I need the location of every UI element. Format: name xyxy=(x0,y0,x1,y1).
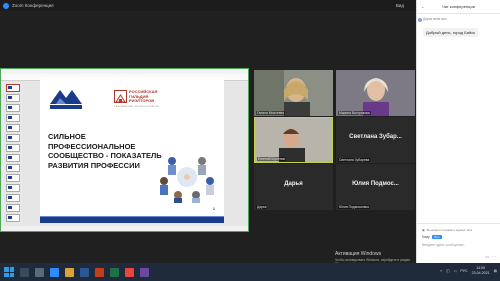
slide-thumbnail[interactable] xyxy=(6,204,20,212)
window-title: Zoom Конференция xyxy=(12,3,54,8)
zoom-taskbar-icon[interactable] xyxy=(50,267,59,277)
activation-title: Активация Windows xyxy=(335,251,382,257)
participant-name: Евгений Шулепов xyxy=(257,157,287,161)
chat-to-label: Кому: xyxy=(422,235,431,239)
participant-tile[interactable]: Галина Моисеева xyxy=(254,70,333,116)
slide-thumbnail-panel xyxy=(2,82,22,225)
team-hands-illustration xyxy=(160,157,214,203)
excel-icon[interactable] xyxy=(110,267,119,277)
zoom-logo-icon xyxy=(3,2,9,9)
slide-headline: СИЛЬНОЕ ПРОФЕССИОНАЛЬНОЕ СООБЩЕСТВО - ПО… xyxy=(48,132,162,170)
participant-tile[interactable]: Юлия Подмос... Юлия Подмосковья xyxy=(336,164,415,210)
slide-thumbnail[interactable] xyxy=(6,124,20,132)
guild-logo: РОССИЙСКАЯ ГИЛЬДИЯ РИЭЛТОРОВ ОБЪЕДИНЕНИЕ… xyxy=(114,89,174,112)
file-explorer-icon[interactable] xyxy=(65,267,74,277)
slide-thumbnail[interactable] xyxy=(6,174,20,182)
more-icon[interactable]: ⋯ xyxy=(492,254,496,259)
participant-video xyxy=(255,118,332,162)
avatar xyxy=(418,18,422,22)
chevron-down-icon[interactable]: ⌄ xyxy=(421,4,424,9)
screen: Zoom Конференция Вид РОССИЙСКАЯ ГИЛЬДИЯ … xyxy=(0,0,500,281)
participant-display-name: Светлана Зубар... xyxy=(349,134,402,140)
participant-name: Юлия Подмосковья xyxy=(338,205,371,209)
windows-start-icon[interactable] xyxy=(4,267,14,277)
meeting-stage: РОССИЙСКАЯ ГИЛЬДИЯ РИЭЛТОРОВ ОБЪЕДИНЕНИЕ… xyxy=(0,11,416,266)
participant-name: Светлана Зубарева xyxy=(338,158,371,162)
chevron-up-icon[interactable]: ˄ xyxy=(440,269,442,273)
chat-message-text: Добрый день, город Бийск xyxy=(423,28,479,37)
notifications-icon[interactable]: ▤ xyxy=(494,269,497,273)
powerpoint-icon[interactable] xyxy=(95,267,104,277)
slide-thumbnail[interactable] xyxy=(6,154,20,162)
participant-display-name: Дарья xyxy=(284,181,303,187)
clock[interactable]: 14:00 23.04.2021 xyxy=(472,266,490,275)
chat-message-sender: Дарья вcем мое xyxy=(423,17,447,21)
guild-emblem-icon xyxy=(114,90,127,103)
slide-thumbnail[interactable] xyxy=(6,84,20,92)
slide-footer-band xyxy=(40,217,224,223)
slide-thumbnail[interactable] xyxy=(6,214,20,222)
task-view-icon[interactable] xyxy=(35,267,44,277)
slide-page-number: 1 xyxy=(212,206,215,211)
chat-header: ⌄ Чат конференции xyxy=(417,0,500,14)
language-indicator[interactable]: РУС xyxy=(460,269,467,273)
system-tray: ˄ ◫ ◁ РУС 14:00 23.04.2021 ▤ xyxy=(440,266,497,275)
zoom-titlebar: Zoom Конференция Вид xyxy=(0,0,416,11)
participant-video xyxy=(336,70,415,116)
participant-tile-active-speaker[interactable]: Евгений Шулепов xyxy=(254,117,333,163)
slide-thumbnail[interactable] xyxy=(6,144,20,152)
slide-thumbnail[interactable] xyxy=(6,164,20,172)
chat-title: Чат конференции xyxy=(442,4,475,9)
participant-name: Марина Вострикова xyxy=(338,111,371,115)
chat-message-input[interactable]: Введите здесь сообщение... xyxy=(422,243,500,247)
guild-name: РОССИЙСКАЯ ГИЛЬДИЯ РИЭЛТОРОВ xyxy=(129,89,158,103)
guild-subtitle: ОБЪЕДИНЕНИЕ ПРОФЕССИОНАЛОВ xyxy=(114,106,159,108)
app-icon[interactable] xyxy=(140,267,149,277)
view-button[interactable]: Вид xyxy=(396,3,404,8)
slide-thumbnail[interactable] xyxy=(6,104,20,112)
file-icon[interactable]: ▭ xyxy=(485,254,489,259)
clock-date: 23.04.2021 xyxy=(471,270,490,275)
ppt-statusbar xyxy=(1,226,248,231)
windows-taskbar: ˄ ◫ ◁ РУС 14:00 23.04.2021 ▤ xyxy=(0,263,500,281)
info-icon: ▣ xyxy=(422,228,425,232)
volume-icon[interactable]: ◁ xyxy=(454,269,457,273)
chat-save-note: ▣ Вы можете сохранить журнал чата xyxy=(422,228,497,232)
participant-display-name: Юлия Подмос... xyxy=(352,181,399,187)
browser-icon[interactable] xyxy=(125,267,134,277)
participant-name: Дарья xyxy=(256,205,268,209)
chat-save-note-text: Вы можете сохранить журнал чата xyxy=(426,228,472,232)
chat-compose-area: ▣ Вы можете сохранить журнал чата Кому: … xyxy=(417,223,500,263)
slide-thumbnail[interactable] xyxy=(6,184,20,192)
participant-tile[interactable]: Светлана Зубар... Светлана Зубарева xyxy=(336,117,415,163)
search-icon[interactable] xyxy=(20,267,29,277)
current-slide: РОССИЙСКАЯ ГИЛЬДИЯ РИЭЛТОРОВ ОБЪЕДИНЕНИЕ… xyxy=(40,77,224,223)
participant-video xyxy=(254,70,333,116)
chat-message: Дарья вcем мое Добрый день, город Бийск xyxy=(418,17,497,39)
slide-thumbnail[interactable] xyxy=(6,114,20,122)
m-logo-icon xyxy=(50,90,82,109)
slide-thumbnail[interactable] xyxy=(6,134,20,142)
slide-thumbnail[interactable] xyxy=(6,94,20,102)
slide-thumbnail[interactable] xyxy=(6,194,20,202)
recipient-select[interactable]: Все xyxy=(432,235,442,239)
participant-name: Галина Моисеева xyxy=(256,111,286,115)
participant-tile[interactable]: Дарья Дарья xyxy=(254,164,333,210)
chat-tools: ▭ ⋯ xyxy=(485,254,496,259)
word-icon[interactable] xyxy=(80,267,89,277)
participant-tile[interactable]: Марина Вострикова xyxy=(336,70,415,116)
chat-recipient-row: Кому: Все xyxy=(422,235,500,239)
chat-panel: ⌄ Чат конференции Дарья вcем мое Добрый … xyxy=(416,0,500,263)
network-icon[interactable]: ◫ xyxy=(446,269,449,273)
